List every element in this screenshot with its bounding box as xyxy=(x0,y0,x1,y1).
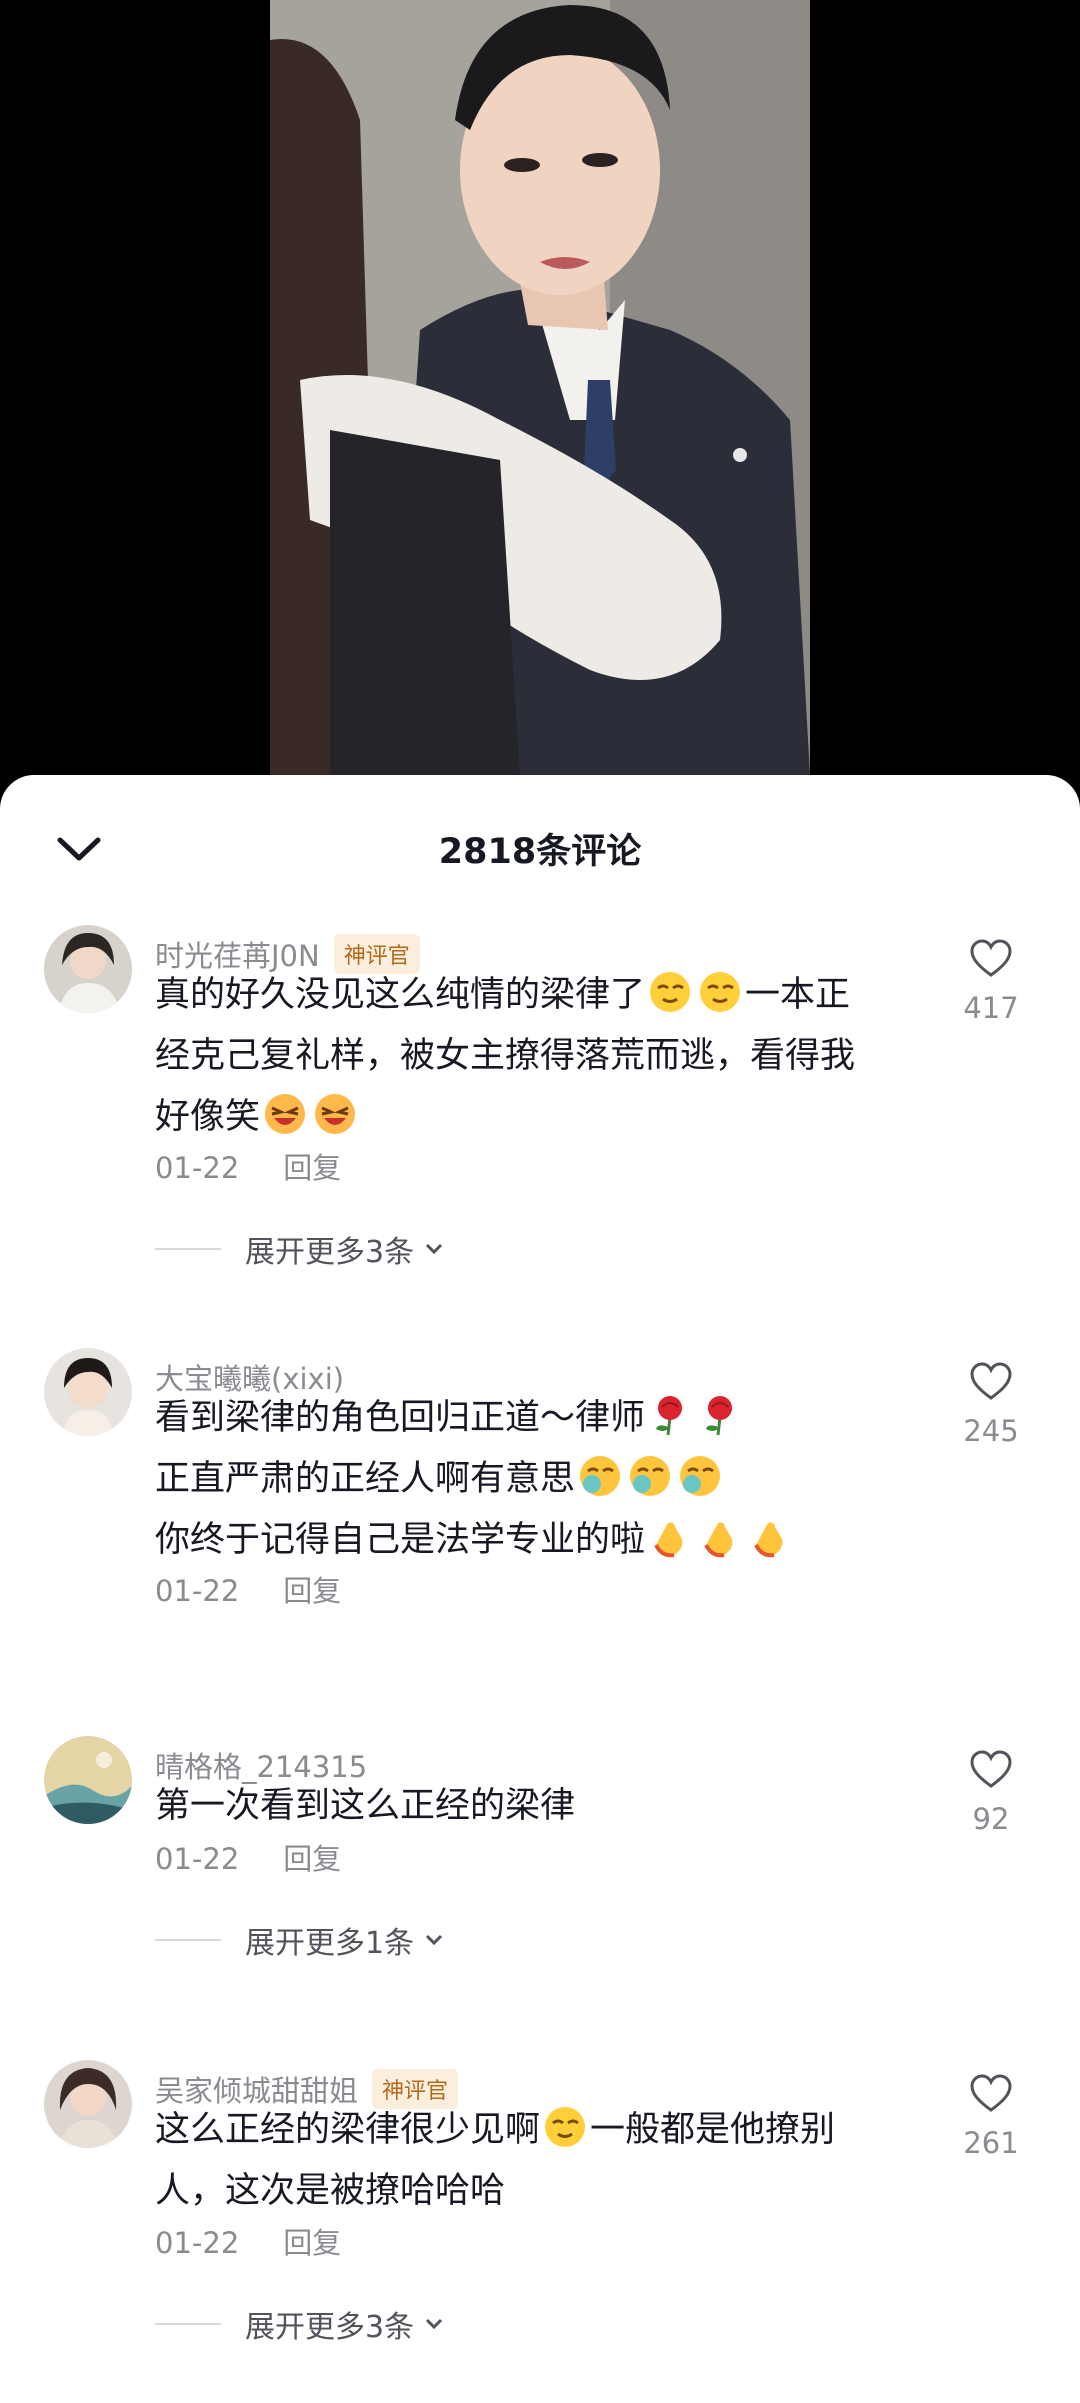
praise-face-emoji-icon xyxy=(680,1456,721,1496)
comment-text-line: 一般都是他撩别 xyxy=(590,2110,836,2150)
like-count: 417 xyxy=(963,991,1019,1025)
like-count: 245 xyxy=(963,1414,1019,1448)
avatar[interactable] xyxy=(44,2060,132,2148)
chevron-down-small-icon xyxy=(426,1934,443,1946)
comment-date: 01-22 xyxy=(155,2226,240,2260)
rose-emoji-icon xyxy=(706,1396,733,1436)
avatar[interactable] xyxy=(44,1736,132,1824)
comment-date: 01-22 xyxy=(155,1151,240,1185)
expand-replies-label: 展开更多3条 xyxy=(245,2310,415,2345)
comment-text-line: 这么正经的梁律很少见啊 xyxy=(155,2110,541,2150)
comment-date: 01-22 xyxy=(155,1842,240,1876)
like-button[interactable]: 245 xyxy=(946,1362,1036,1448)
like-count: 92 xyxy=(972,1802,1010,1836)
comment-text-line: 你终于记得自己是法学专业的啦 xyxy=(155,1520,646,1560)
shy-smile-emoji-icon xyxy=(700,972,741,1012)
comment-text-line: 真的好久没见这么纯情的梁律了 xyxy=(155,975,646,1015)
comment-text: 真的好久没见这么纯情的梁律了 一本正 经克己复礼样，被女主撩得落荒而逃，看得我 好… xyxy=(155,965,945,1148)
reply-button[interactable]: 回复 xyxy=(283,1151,341,1185)
comment-text-line: 经克己复礼样，被女主撩得落荒而逃，看得我 xyxy=(155,1036,856,1076)
divider-line xyxy=(155,2323,221,2325)
expand-replies-label: 展开更多1条 xyxy=(245,1926,415,1961)
clapping-hands-emoji-icon xyxy=(654,1522,683,1558)
heart-outline-icon xyxy=(970,1362,1012,1400)
chevron-down-small-icon xyxy=(426,2318,443,2330)
like-button[interactable]: 261 xyxy=(946,2074,1036,2160)
comment-text-line: 好像笑 xyxy=(155,1097,261,1137)
comment-text-line: 正直严肃的正经人啊有意思 xyxy=(155,1459,576,1499)
comment-text: 这么正经的梁律很少见啊 一般都是他撩别 人，这次是被撩哈哈哈 xyxy=(155,2100,945,2222)
sheet-header: 2818条评论 xyxy=(0,775,1080,915)
like-button[interactable]: 417 xyxy=(946,939,1036,1025)
expand-replies-button[interactable]: 展开更多3条 xyxy=(155,2302,444,2346)
laughing-emoji-icon xyxy=(315,1094,356,1134)
praise-face-emoji-icon xyxy=(580,1456,621,1496)
comment-sheet: 2818条评论 时光荏苒J0N 神评官 真的好久没见这么纯情的梁律了 一本正 经克… xyxy=(0,775,1080,2403)
reply-button[interactable]: 回复 xyxy=(283,1842,341,1876)
avatar[interactable] xyxy=(44,1348,132,1436)
comment-text-line: 第一次看到这么正经的梁律 xyxy=(155,1786,576,1826)
comment-text-line: 看到梁律的角色回归正道～律师 xyxy=(155,1398,646,1438)
comment-date: 01-22 xyxy=(155,1574,240,1608)
video-player[interactable] xyxy=(0,0,1080,790)
like-count: 261 xyxy=(963,2126,1019,2160)
comment-meta: 01-22 回复 xyxy=(155,2220,341,2262)
expand-replies-label: 展开更多3条 xyxy=(245,1235,415,1270)
comment-meta: 01-22 回复 xyxy=(155,1145,341,1187)
comment-meta: 01-22 回复 xyxy=(155,1836,341,1878)
heart-outline-icon xyxy=(970,939,1012,977)
divider-line xyxy=(155,1939,221,1941)
video-frame[interactable] xyxy=(270,0,810,775)
avatar[interactable] xyxy=(44,925,132,1013)
clapping-hands-emoji-icon xyxy=(704,1522,733,1558)
comment-text: 看到梁律的角色回归正道～律师 正直严肃的正经人啊有意思 你终于记得自己是法学专业… xyxy=(155,1388,945,1571)
comment-text-line: 人，这次是被撩哈哈哈 xyxy=(155,2171,506,2211)
shy-smile-emoji-icon xyxy=(545,2107,586,2147)
clapping-hands-emoji-icon xyxy=(754,1522,783,1558)
laughing-emoji-icon xyxy=(265,1094,306,1134)
expand-replies-button[interactable]: 展开更多1条 xyxy=(155,1918,444,1962)
chevron-down-small-icon xyxy=(426,1243,443,1255)
expand-replies-button[interactable]: 展开更多3条 xyxy=(155,1227,444,1271)
comment-text: 第一次看到这么正经的梁律 xyxy=(155,1776,945,1837)
heart-outline-icon xyxy=(970,1750,1012,1788)
comment-count-title: 2818条评论 xyxy=(438,832,642,872)
heart-outline-icon xyxy=(970,2074,1012,2112)
comment-text-line: 一本正 xyxy=(745,975,851,1015)
video-still-image xyxy=(270,0,810,775)
shy-smile-emoji-icon xyxy=(650,972,691,1012)
comment-meta: 01-22 回复 xyxy=(155,1568,341,1610)
divider-line xyxy=(155,1248,221,1250)
rose-emoji-icon xyxy=(656,1396,683,1436)
like-button[interactable]: 92 xyxy=(946,1750,1036,1836)
praise-face-emoji-icon xyxy=(630,1456,671,1496)
reply-button[interactable]: 回复 xyxy=(283,2226,341,2260)
reply-button[interactable]: 回复 xyxy=(283,1574,341,1608)
